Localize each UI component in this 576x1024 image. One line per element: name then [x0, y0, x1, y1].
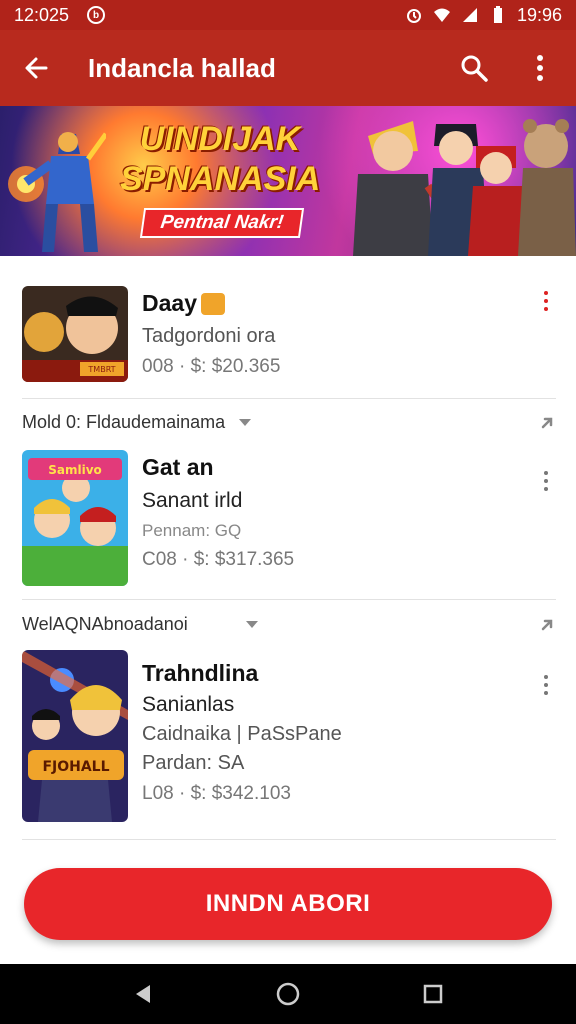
app-bar: Indancla hallad — [0, 30, 576, 106]
search-icon — [461, 55, 488, 82]
item-title-text: Gat an — [142, 454, 214, 480]
thumb-label: Samlivo — [48, 463, 102, 477]
item-price: 008 · $: $20.365 — [142, 356, 281, 377]
promo-banner[interactable]: UINDIJAK SPNANASIA Pentnal Nakr! — [0, 106, 576, 256]
arrow-left-icon — [25, 57, 48, 79]
overflow-menu-button[interactable] — [522, 50, 558, 86]
section-header[interactable]: WelAQNAbnoadanoi — [22, 604, 556, 644]
section-label: WelAQNAbnoadanoi — [22, 613, 188, 634]
item-title: Gat an — [142, 454, 294, 481]
section-header[interactable]: Mold 0: Fldaudemainama — [22, 402, 556, 442]
battery-time: 19:96 — [516, 4, 562, 25]
banner-title-line2: SPNANASIA — [120, 160, 321, 198]
item-title: Daay — [142, 290, 280, 317]
wifi-icon — [433, 8, 450, 22]
item-title: Trahndlina — [142, 660, 342, 687]
item-subtitle: Tadgordoni ora — [142, 325, 276, 347]
item-title-text: Trahndlina — [142, 660, 259, 686]
more-vertical-icon[interactable] — [536, 670, 556, 700]
chevron-down-icon — [245, 620, 258, 628]
triangle-back-icon — [135, 985, 150, 1003]
banner-tag: Pentnal Nakr! — [139, 208, 305, 238]
item-detail: Pennam: GQ — [142, 521, 242, 540]
item-title-text: Daay — [142, 290, 197, 316]
chevron-down-icon — [239, 418, 252, 426]
item-detail: Caidnaika | PaSsPane — [142, 723, 342, 745]
alarm-icon — [406, 9, 421, 23]
chevron-right-icon — [541, 417, 553, 429]
hero-character-illustration — [8, 132, 106, 252]
item-detail-2: Pardan: SA — [142, 752, 245, 774]
game-list: TMBRT Daay Tadgordoni ora 008 · $: $20.3… — [22, 256, 556, 399]
nav-back-button[interactable] — [123, 974, 163, 1014]
game-thumbnail: Samlivo — [22, 450, 128, 586]
list-item[interactable]: FJOHALL Trahndlina Sanianlas Caidnaika |… — [22, 644, 556, 840]
item-price: C08 · $: $317.365 — [142, 549, 295, 570]
primary-action-button[interactable]: INNDN ABORI — [24, 868, 552, 940]
more-vertical-icon — [537, 55, 543, 81]
trophy-icon — [200, 292, 225, 315]
item-subtitle: Sanant irld — [142, 489, 243, 512]
characters-group-illustration — [353, 119, 576, 256]
banner-text: UINDIJAK SPNANASIA Pentnal Nakr! — [120, 116, 320, 246]
chevron-right-icon — [541, 619, 553, 631]
status-time: 12:025 — [14, 4, 70, 25]
circle-home-icon — [276, 982, 300, 1006]
thumb-label: TMBRT — [87, 365, 115, 374]
page-title: Indancla hallad — [88, 52, 276, 83]
more-vertical-icon[interactable] — [536, 466, 556, 496]
system-nav-bar — [0, 964, 576, 1024]
battery-icon — [493, 6, 502, 23]
back-button[interactable] — [18, 50, 54, 86]
search-button[interactable] — [456, 50, 492, 86]
square-recents-icon — [424, 984, 443, 1004]
game-thumbnail: TMBRT — [22, 286, 128, 382]
list-item[interactable]: TMBRT Daay Tadgordoni ora 008 · $: $20.3… — [22, 256, 556, 399]
game-thumbnail: FJOHALL — [22, 650, 128, 822]
more-vertical-icon[interactable] — [536, 286, 556, 316]
b-circle-icon: b — [87, 6, 106, 24]
item-subtitle: Sanianlas — [142, 693, 235, 716]
signal-icon — [462, 8, 477, 22]
list-item[interactable]: Samlivo Gat an Sanant irld Pennam: GQ C0… — [22, 442, 556, 600]
banner-title-line1: UINDIJAK — [139, 120, 301, 158]
nav-recents-button[interactable] — [413, 974, 453, 1014]
section-label: Mold 0: Fldaudemainama — [22, 411, 226, 432]
status-bar: 12:025 b 19:96 — [0, 0, 576, 30]
item-price: L08 · $: $342.103 — [142, 783, 291, 804]
nav-home-button[interactable] — [268, 974, 308, 1014]
thumb-label: FJOHALL — [42, 759, 109, 775]
